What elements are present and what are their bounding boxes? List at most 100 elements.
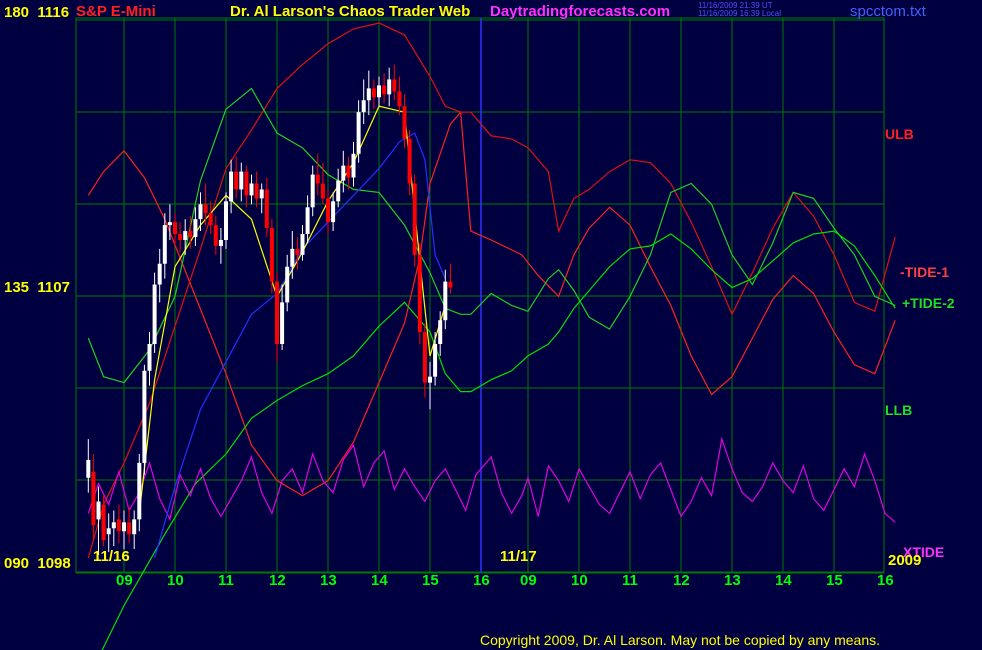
x-tick-label: 13 <box>724 572 741 589</box>
price-bar-body <box>438 320 443 344</box>
price-bar-body <box>366 88 371 101</box>
price-bar-body <box>198 204 203 220</box>
price-bar-body <box>295 248 300 255</box>
instrument-title: S&P E-Mini <box>76 3 156 20</box>
price-bar-body <box>106 528 111 535</box>
price-bar-body <box>417 254 422 333</box>
timestamp-local: 11/16/2009 16:39 Local <box>698 9 782 18</box>
price-bar-body <box>122 522 126 532</box>
price-bar <box>142 364 147 475</box>
filename: spcctom.txt <box>850 3 926 20</box>
copyright: Copyright 2009, Dr. Al Larson. May not b… <box>480 632 881 648</box>
chart-svg <box>75 17 896 650</box>
price-bar-body <box>336 180 341 202</box>
price-bar-body <box>254 183 259 199</box>
y-label-mid-scale: 135 <box>4 279 30 296</box>
y-label-bottom: 090 1098 <box>4 555 71 572</box>
price-bar-body <box>402 106 407 139</box>
x-tick-label: 16 <box>877 572 894 589</box>
price-bar-body <box>433 344 438 377</box>
price-bar-body <box>428 376 432 383</box>
price-bar-body <box>371 88 376 98</box>
price-bar-body <box>356 112 361 154</box>
price-bar-body <box>407 138 412 184</box>
x-tick-label: 14 <box>371 572 388 589</box>
price-bar-body <box>91 471 96 526</box>
date-year: 2009 <box>888 552 922 569</box>
date-day2: 11/17 <box>500 548 537 565</box>
price-bar-body <box>152 284 157 344</box>
x-tick-label: 16 <box>473 572 490 589</box>
legend-ulb: ULB <box>885 126 914 142</box>
site-link[interactable]: Daytradingforecasts.com <box>490 3 670 20</box>
price-bar-body <box>137 462 142 520</box>
x-tick-label: 13 <box>320 572 337 589</box>
price-bar-body <box>412 183 417 255</box>
price-bar-body <box>341 165 346 181</box>
legend-tide-minus: -TIDE-1 <box>900 264 949 280</box>
price-bar-body <box>178 234 183 240</box>
price-bar-body <box>448 281 453 288</box>
price-bar-body <box>218 239 223 246</box>
y-label-mid: 135 1107 <box>4 279 70 296</box>
chart-window: S&P E-Mini Dr. Al Larson's Chaos Trader … <box>0 0 982 650</box>
price-bar-body <box>229 171 234 202</box>
price-bar-body <box>280 302 285 344</box>
y-label-top-price: 1116 <box>37 4 70 21</box>
price-bar-body <box>397 91 402 107</box>
x-tick-label: 15 <box>422 572 439 589</box>
price-bar-body <box>269 228 274 282</box>
price-bar <box>152 272 157 353</box>
price-bar-body <box>244 171 249 196</box>
price-bar-body <box>392 79 397 92</box>
price-bar-body <box>111 522 116 529</box>
price-bar-body <box>96 501 101 520</box>
legend-tide-plus: +TIDE-2 <box>902 295 955 311</box>
price-bar-body <box>162 225 167 264</box>
y-label-bottom-scale: 090 <box>4 555 30 572</box>
price-bar-body <box>173 222 177 235</box>
price-bar-body <box>310 174 315 208</box>
price-bar-body <box>188 231 193 237</box>
y-label-bottom-price: 1098 <box>37 555 71 572</box>
price-bar-body <box>290 248 295 267</box>
price-bar-body <box>157 263 162 285</box>
price-bar-body <box>183 231 188 240</box>
x-tick-label: 12 <box>269 572 286 589</box>
price-bar-body <box>326 198 330 223</box>
price-bar-body <box>234 171 239 190</box>
price-bar-body <box>127 522 132 535</box>
price-bar-body <box>86 459 91 478</box>
price-bar-body <box>422 332 427 383</box>
price-bar-body <box>132 519 137 535</box>
price-bar-body <box>300 234 305 255</box>
price-bar-body <box>382 85 387 95</box>
price-bar-body <box>285 266 290 303</box>
price-bar-body <box>208 213 213 226</box>
price-bar <box>417 242 422 344</box>
y-label-top-scale: 180 <box>4 4 30 21</box>
x-tick-label: 09 <box>116 572 133 589</box>
x-tick-label: 15 <box>826 572 843 589</box>
price-bar-body <box>203 204 208 214</box>
legend-llb: LLB <box>885 402 913 418</box>
y-label-mid-price: 1107 <box>37 279 70 296</box>
chart-title: Dr. Al Larson's Chaos Trader Web <box>230 3 471 20</box>
price-bar-body <box>377 85 381 98</box>
price-bar-body <box>320 183 325 199</box>
x-tick-label: 10 <box>571 572 588 589</box>
price-bar-body <box>142 370 147 463</box>
price-bar-body <box>259 189 264 199</box>
price-bar-body <box>315 174 320 184</box>
price-bar-body <box>387 79 392 95</box>
price-bar-body <box>224 201 228 240</box>
price-bar-body <box>239 171 244 190</box>
price-bar-body <box>249 183 254 196</box>
x-tick-label: 14 <box>775 572 792 589</box>
price-bar-body <box>116 519 121 532</box>
price-bar-body <box>361 100 366 113</box>
price-bar <box>412 174 417 267</box>
price-bar-body <box>346 165 351 178</box>
y-label-top: 180 1116 <box>4 4 69 21</box>
x-tick-label: 10 <box>167 572 184 589</box>
